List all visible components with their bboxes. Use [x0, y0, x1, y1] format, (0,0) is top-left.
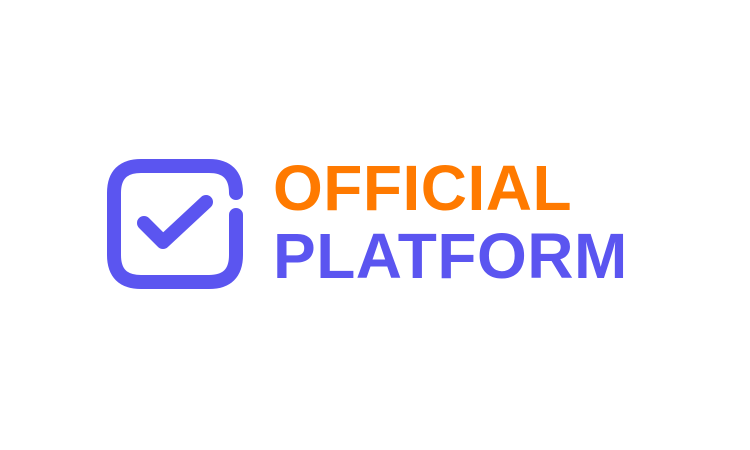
brand-wordmark: OFFICIAL PLATFORM — [273, 156, 628, 292]
page: OFFICIAL PLATFORM — [0, 0, 750, 450]
checkbox-check-icon — [107, 159, 243, 289]
wordmark-line-official: OFFICIAL — [273, 152, 573, 224]
brand-logo: OFFICIAL PLATFORM — [103, 156, 627, 289]
wordmark-line-platform: PLATFORM — [273, 220, 628, 292]
